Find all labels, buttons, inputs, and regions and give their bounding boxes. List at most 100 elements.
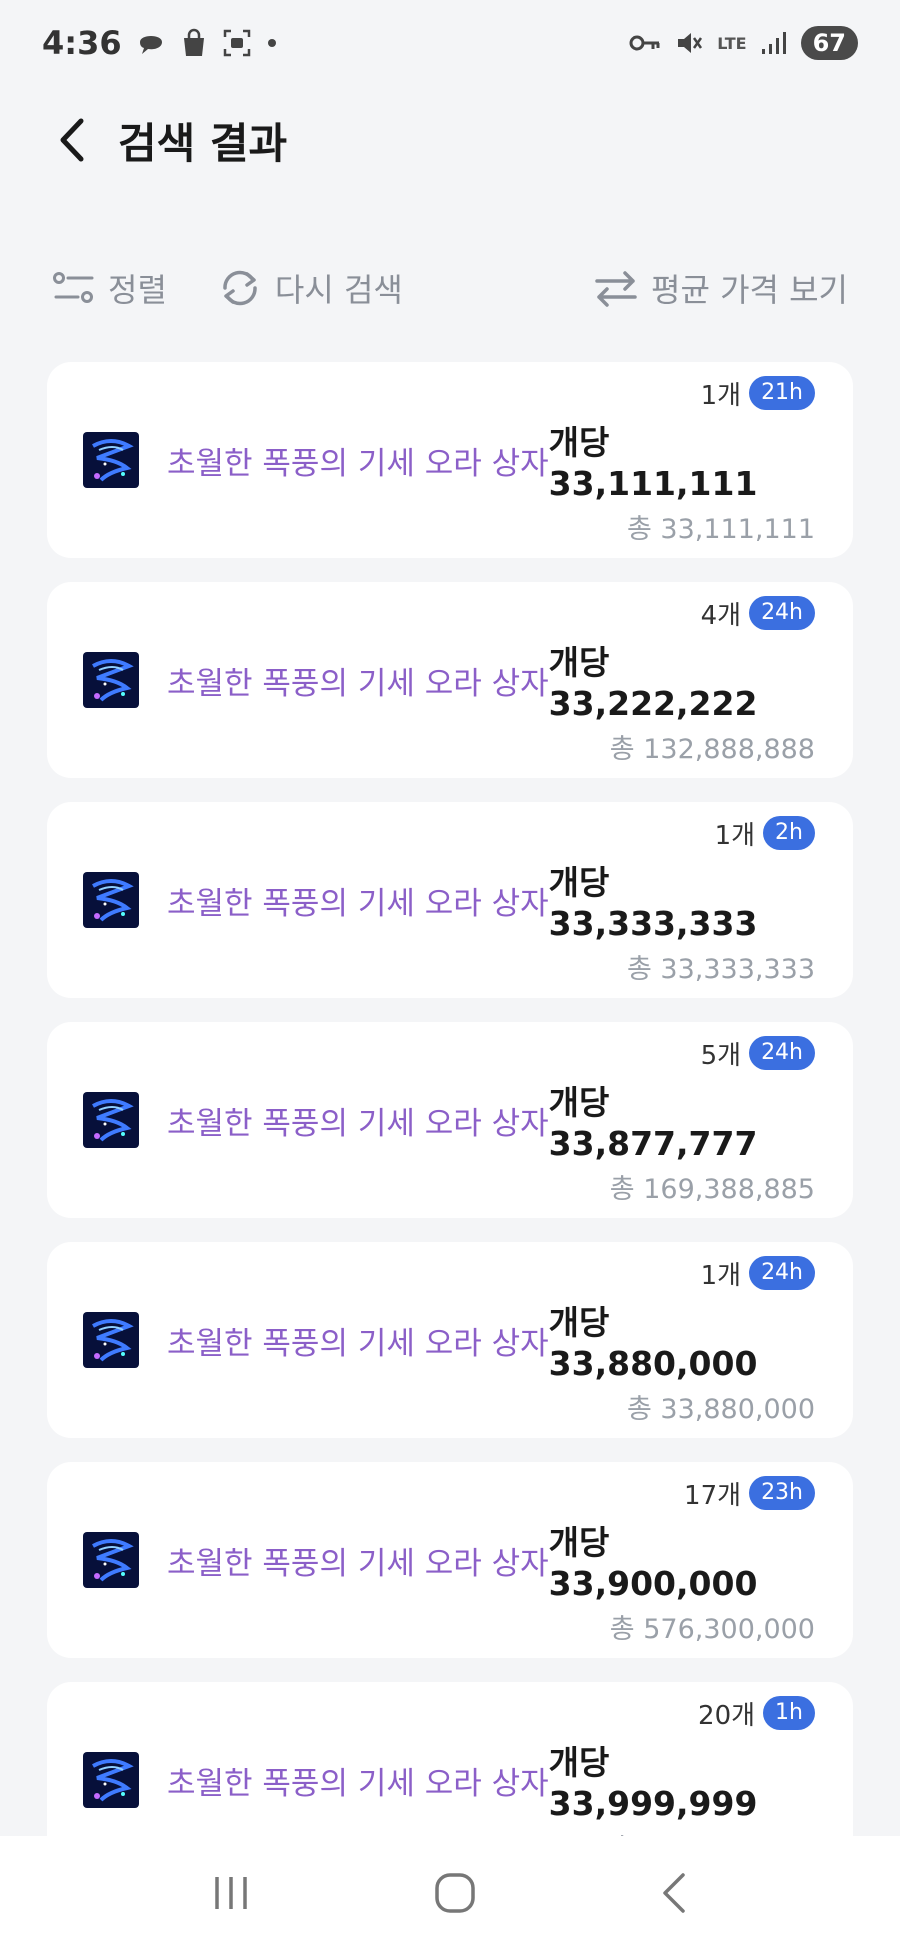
quantity-row: 5개 24h [701,1035,815,1072]
time-remaining-badge: 1h [763,1696,815,1730]
recent-apps-icon [215,1877,247,1909]
total-price: 총 132,888,888 [609,733,815,765]
aura-box-icon [83,1532,139,1588]
item-thumbnail [83,652,139,708]
status-left: 4:36 [42,24,278,62]
total-price: 총 33,111,111 [626,513,815,545]
status-right: LTE 67 [629,26,858,60]
price-block: 5개 24h 개당 33,877,777 총 169,388,885 [549,1035,815,1206]
result-item[interactable]: 초월한 폭풍의 기세 오라 상자 17개 23h 개당 33,900,000 총… [47,1462,853,1658]
page-title: 검색 결과 [118,118,288,168]
swap-arrows-icon [595,271,637,307]
screenshot-icon [222,28,252,58]
research-button[interactable]: 다시 검색 [217,265,403,311]
unit-price: 개당 33,877,777 [548,1082,758,1163]
item-thumbnail [83,1532,139,1588]
total-price: 총 169,388,885 [609,1173,815,1205]
item-name: 초월한 폭풍의 기세 오라 상자 [167,1545,549,1582]
time-remaining-badge: 24h [749,596,815,630]
item-quantity: 17개 [684,1480,742,1511]
item-thumbnail [83,872,139,928]
item-name: 초월한 폭풍의 기세 오라 상자 [167,1325,549,1362]
unit-price: 개당 33,880,000 [548,1302,758,1383]
item-name: 초월한 폭풍의 기세 오라 상자 [167,445,549,482]
time-remaining-badge: 23h [749,1476,815,1510]
aura-box-icon [83,1092,139,1148]
aura-box-icon [83,432,139,488]
price-block: 1개 2h 개당 33,333,333 총 33,333,333 [549,815,815,986]
average-price-label: 평균 가격 보기 [651,271,848,309]
time-remaining-badge: 21h [749,376,815,410]
result-list: 초월한 폭풍의 기세 오라 상자 1개 21h 개당 33,111,111 총 … [47,362,853,1902]
navigation-bar [0,1836,900,1950]
research-label: 다시 검색 [274,271,403,309]
unit-price: 개당 33,333,333 [548,862,758,943]
status-time: 4:36 [42,24,122,62]
result-item[interactable]: 초월한 폭풍의 기세 오라 상자 1개 21h 개당 33,111,111 총 … [47,362,853,558]
toolbar: 정렬 다시 검색 평균 가격 보기 [0,258,900,318]
time-remaining-badge: 24h [749,1256,815,1290]
quantity-row: 1개 21h [701,375,815,412]
result-item[interactable]: 초월한 폭풍의 기세 오라 상자 1개 24h 개당 33,880,000 총 … [47,1242,853,1438]
back-arrow-icon [663,1873,685,1913]
back-button[interactable] [52,110,92,170]
total-price: 총 576,300,000 [609,1613,815,1645]
result-item[interactable]: 초월한 폭풍의 기세 오라 상자 1개 2h 개당 33,333,333 총 3… [47,802,853,998]
unit-price: 개당 33,999,999 [548,1742,758,1823]
item-thumbnail [83,1092,139,1148]
unit-price: 개당 33,900,000 [548,1522,758,1603]
average-price-button[interactable]: 평균 가격 보기 [593,265,848,311]
price-block: 17개 23h 개당 33,900,000 총 576,300,000 [549,1475,815,1646]
status-bar: 4:36 LTE 67 [0,0,900,86]
quantity-row: 17개 23h [684,1475,815,1512]
item-quantity: 4개 [700,600,742,631]
item-name: 초월한 폭풍의 기세 오라 상자 [167,885,549,922]
shopping-bag-icon [180,28,208,58]
item-name: 초월한 폭풍의 기세 오라 상자 [167,1765,549,1802]
quantity-row: 1개 24h [701,1255,815,1292]
refresh-icon [223,270,257,306]
result-item[interactable]: 초월한 폭풍의 기세 오라 상자 5개 24h 개당 33,877,777 총 … [47,1022,853,1218]
item-quantity: 1개 [714,820,756,851]
item-quantity: 20개 [698,1700,756,1731]
price-block: 1개 21h 개당 33,111,111 총 33,111,111 [549,375,815,546]
price-block: 4개 24h 개당 33,222,222 총 132,888,888 [549,595,815,766]
chevron-left-icon [60,118,84,162]
result-item[interactable]: 초월한 폭풍의 기세 오라 상자 4개 24h 개당 33,222,222 총 … [47,582,853,778]
sort-label: 정렬 [108,271,167,309]
price-block: 1개 24h 개당 33,880,000 총 33,880,000 [549,1255,815,1426]
chat-bubble-icon [136,28,166,58]
item-thumbnail [83,432,139,488]
home-icon [435,1873,475,1913]
unit-price: 개당 33,222,222 [548,642,758,723]
aura-box-icon [83,1312,139,1368]
notification-dot-icon [266,37,278,49]
recent-apps-button[interactable] [211,1873,251,1913]
lte-label: LTE [717,33,747,53]
item-quantity: 5개 [700,1040,742,1071]
total-price: 총 33,333,333 [626,953,815,985]
sort-icon [53,272,94,303]
quantity-row: 1개 2h [715,815,815,852]
item-name: 초월한 폭풍의 기세 오라 상자 [167,665,549,702]
item-quantity: 1개 [700,1260,742,1291]
lte-icon: LTE [717,34,746,53]
signal-icon [761,31,787,55]
aura-box-icon [83,1752,139,1808]
unit-price: 개당 33,111,111 [548,422,758,503]
aura-box-icon [83,652,139,708]
item-thumbnail [83,1312,139,1368]
item-thumbnail [83,1752,139,1808]
sort-button[interactable]: 정렬 [52,265,167,311]
app-header: 검색 결과 [0,100,900,180]
battery-level: 67 [800,26,858,60]
quantity-row: 20개 1h [698,1695,815,1732]
item-quantity: 1개 [700,380,742,411]
time-remaining-badge: 24h [749,1036,815,1070]
quantity-row: 4개 24h [701,595,815,632]
back-nav-button[interactable] [659,1871,689,1915]
aura-box-icon [83,872,139,928]
vpn-key-icon [629,33,661,53]
time-remaining-badge: 2h [763,816,815,850]
home-button[interactable] [433,1871,477,1915]
